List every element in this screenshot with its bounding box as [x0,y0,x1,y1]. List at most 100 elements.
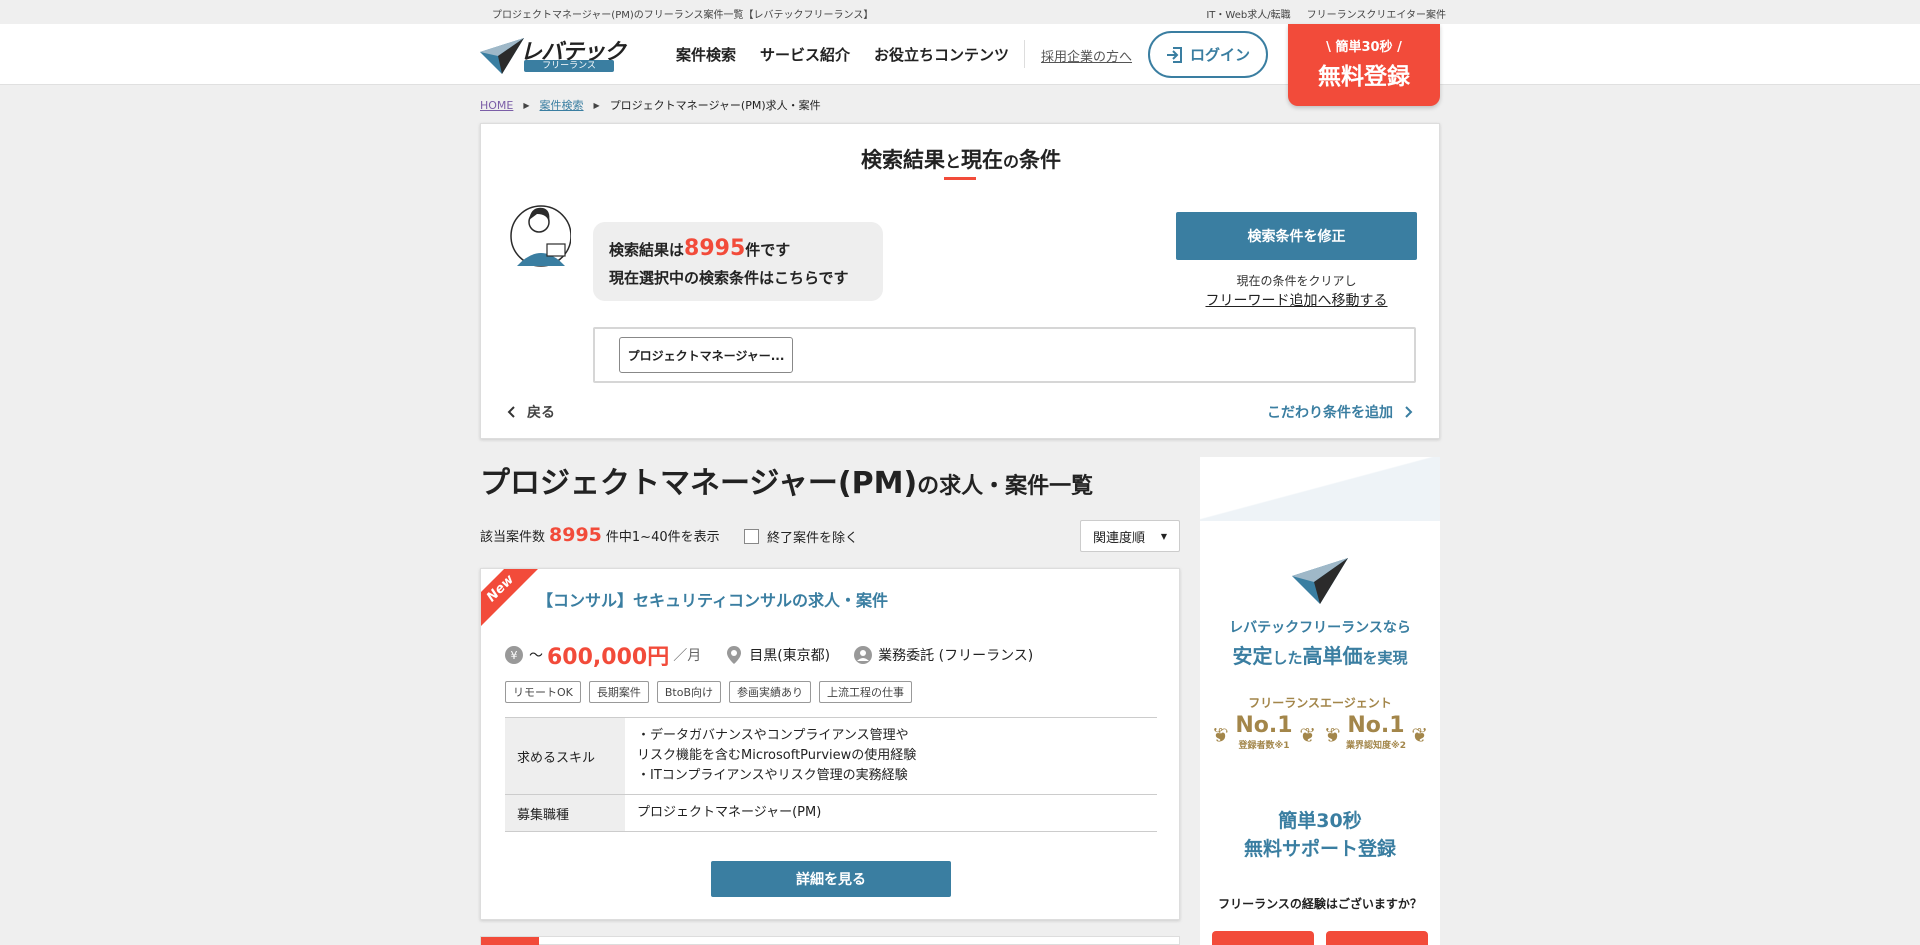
ad-register-line1: 簡単30秒 [1278,810,1362,832]
skills-value: ・データガバナンスやコンプライアンス管理や リスク機能を含むMicrosoftP… [625,717,1157,795]
nav-divider [1024,40,1025,68]
ad-line2-part: した [1272,649,1303,667]
role-value: プロジェクトマネージャー(PM) [625,794,1157,832]
job-card: New 【コンサル】セキュリティコンサルの求人・案件 ¥ ～ 600,000円 … [480,568,1180,920]
count-prefix: 該当案件数 [480,530,546,545]
free-register-button[interactable]: \ 簡単30秒 / 無料登録 [1288,24,1440,106]
ad-register-text: 簡単30秒 無料サポート登録 [1200,807,1440,863]
caret-down-icon: ▼ [1160,531,1167,541]
nav-contents[interactable]: お役立ちコンテンツ [874,44,1009,65]
search-conditions-panel: 検索結果と現在の条件 検索結果は8995件です 現在選択中の検索条件はこちらです… [480,123,1440,439]
job-tag: 参画実績あり [729,681,812,703]
job-title-link[interactable]: 【コンサル】セキュリティコンサルの求人・案件 [537,587,888,611]
ad-line2: 安定した高単価を実現 [1200,640,1440,669]
bubble-text: 検索結果は [609,241,685,259]
login-icon [1166,46,1182,63]
freeword-link[interactable]: フリーワード追加へ移動する [1176,290,1417,310]
location-pin-icon [727,646,742,664]
page-description: プロジェクトマネージャー(PM)のフリーランス案件一覧【レバテックフリーランス】 [492,10,874,21]
breadcrumb-separator-icon: ▶ [523,100,530,110]
side-ad-banner[interactable]: レバテックフリーランスなら 安定した高単価を実現 フリーランスエージェント No… [1200,457,1440,945]
ad-answer-yes-button[interactable] [1212,931,1314,945]
logo-mark-icon [1292,558,1348,604]
next-job-card [480,936,1180,945]
result-count: 8995 [684,236,746,261]
job-tag: BtoB向け [656,681,722,703]
skill-line: リスク機能を含むMicrosoftPurviewの使用経験 [637,748,917,763]
top-utility-bar: プロジェクトマネージャー(PM)のフリーランス案件一覧【レバテックフリーランス】… [0,0,1920,24]
logo-subtext: フリーランス [524,60,614,72]
main-nav: 案件検索 サービス紹介 お役立ちコンテンツ [676,44,1009,65]
panel-title-part: 現在 [961,148,1003,172]
award-badges: No.1 登録者数※1 No.1 業界認知度※2 [1212,711,1428,761]
clear-note: 現在の条件をクリアし [1236,274,1357,288]
laurel-award-icon: No.1 業界認知度※2 [1324,711,1428,761]
yen-icon: ¥ [505,646,523,664]
login-label: ログイン [1189,46,1250,64]
skill-line: ・ITコンプライアンスやリスク管理の実務経験 [637,768,908,783]
panel-title-part: と [944,152,961,171]
award-caption: 業界認知度※2 [1345,741,1406,751]
award-caption: 登録者数※1 [1238,741,1290,751]
breadcrumb-current: プロジェクトマネージャー(PM)求人・案件 [609,99,821,112]
result-bubble: 検索結果は8995件です 現在選択中の検索条件はこちらです [593,222,883,301]
ad-line2-part: 高単価 [1302,644,1363,668]
breadcrumb-home[interactable]: HOME [480,99,513,112]
view-detail-button[interactable]: 詳細を見る [711,861,951,897]
ad-register-line2: 無料サポート登録 [1243,838,1396,860]
back-button[interactable]: 戻る [507,402,555,422]
count-number: 8995 [549,524,602,546]
site-logo[interactable]: レバテック フリーランス [480,34,630,74]
ad-line1: レバテックフリーランスなら [1229,620,1411,636]
breadcrumb-job-search[interactable]: 案件検索 [540,97,584,113]
panel-title: 検索結果と現在の条件 [481,144,1441,174]
panel-title-part: 検索結果 [860,148,945,172]
salary-value: 600,000円 [547,645,670,670]
salary-prefix: ～ [529,648,543,664]
panel-title-part: の [1003,152,1020,171]
laurel-award-icon: No.1 登録者数※1 [1212,711,1316,761]
back-label: 戻る [527,405,555,421]
add-condition-link[interactable]: こだわり条件を追加 [1267,402,1413,422]
award-title: No.1 [1235,713,1293,738]
login-button[interactable]: ログイン [1148,31,1268,78]
list-title-main: プロジェクトマネージャー(PM) [480,466,918,501]
exclude-ended-label: 終了案件を除く [767,531,859,546]
skills-label: 求めるスキル [505,717,625,795]
bubble-text: 件です [745,241,791,259]
site-header: レバテック フリーランス 案件検索 サービス紹介 お役立ちコンテンツ 採用企業の… [0,24,1920,85]
result-count-line: 該当案件数 8995 件中1~40件を表示 [480,524,720,546]
condition-chip[interactable]: プロジェクトマネージャー... [619,337,793,373]
current-conditions-box: プロジェクトマネージャー... [593,327,1416,383]
list-title: プロジェクトマネージャー(PM)の求人・案件一覧 [480,458,1093,502]
table-row: 募集職種 プロジェクトマネージャー(PM) [505,794,1157,832]
exclude-ended-toggle[interactable]: 終了案件を除く [744,527,858,546]
nav-services[interactable]: サービス紹介 [760,44,850,65]
table-row: 求めるスキル ・データガバナンスやコンプライアンス管理や リスク機能を含むMic… [505,717,1157,795]
ad-agent-label: フリーランスエージェント [1248,696,1392,710]
ad-question: フリーランスの経験はございますか？ [1218,897,1422,911]
nav-job-search[interactable]: 案件検索 [676,44,736,65]
sort-value: 関連度順 [1093,530,1146,546]
salary-unit: ／月 [673,648,702,664]
ad-answer-no-button[interactable] [1326,931,1428,945]
skill-line: ・データガバナンスやコンプライアンス管理や [637,728,909,743]
creator-jobs-link[interactable]: フリーランスクリエイター案件 [1307,6,1446,21]
job-contract: 業務委託 (フリーランス) [878,648,1034,664]
corporate-link[interactable]: 採用企業の方へ [1041,46,1132,65]
logo-mark-icon [480,38,524,74]
modify-conditions-button[interactable]: 検索条件を修正 [1176,212,1417,260]
job-tags: リモートOK 長期案件 BtoB向け 参画実績あり 上流工程の仕事 [505,681,913,703]
chevron-left-icon [507,406,515,418]
job-tag: リモートOK [505,681,581,703]
exclude-ended-checkbox[interactable] [744,529,759,544]
ad-line2-part: 安定 [1232,644,1273,668]
panel-title-part: 条件 [1019,148,1062,172]
job-detail-table: 求めるスキル ・データガバナンスやコンプライアンス管理や リスク機能を含むMic… [505,717,1157,832]
register-small-label: \ 簡単30秒 / [1326,40,1402,55]
sort-select[interactable]: 関連度順 ▼ [1080,520,1180,552]
award-title: No.1 [1347,713,1405,738]
person-icon [854,646,873,664]
list-title-suffix: の求人・案件一覧 [917,474,1094,499]
it-web-jobs-link[interactable]: IT・Web求人/転職 [1206,6,1290,21]
